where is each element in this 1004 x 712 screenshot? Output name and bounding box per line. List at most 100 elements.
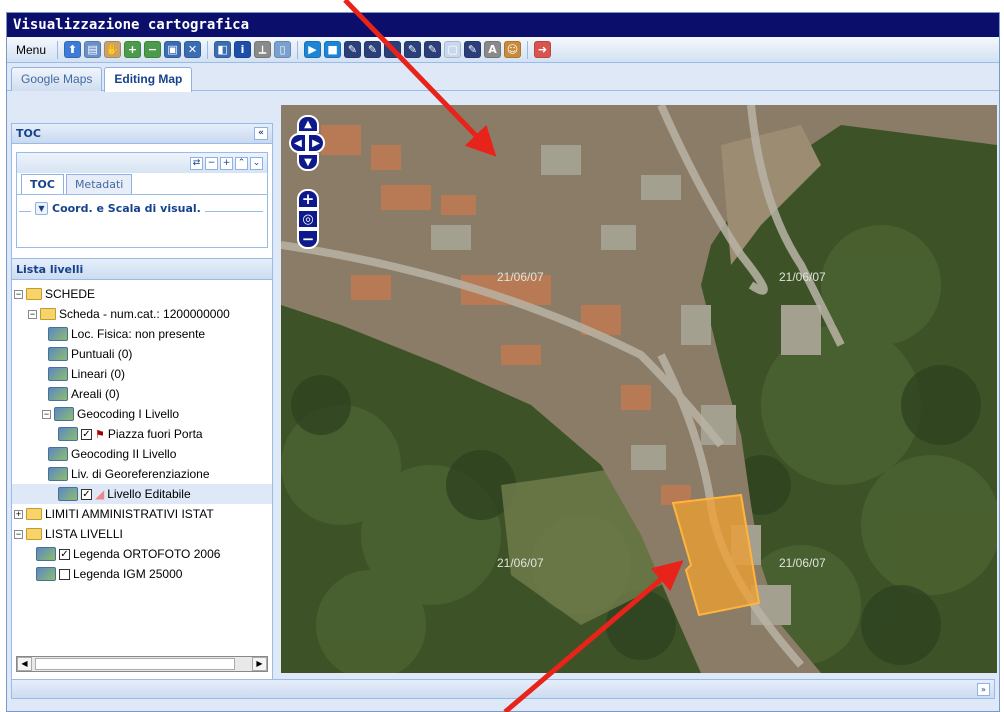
collapse-icon[interactable]: − [14,529,23,539]
copy-icon[interactable]: ▢ [444,41,462,58]
scroll-right-icon[interactable]: ▶ [252,657,267,671]
collapse-icon[interactable]: − [42,409,51,419]
toc-panel: TOC « ⇄ − + ⌃ ⌄ TOC Metadati ▼ Coord. e … [11,123,273,681]
tree-node[interactable]: − SCHEDE [14,284,95,304]
person-icon[interactable]: ☺ [504,41,522,58]
layer-icon [58,427,78,441]
zoom-in-icon[interactable]: + [297,189,319,209]
layer-checkbox[interactable] [59,568,70,580]
tab-toc[interactable]: TOC [21,174,64,194]
edit-move-icon[interactable]: ✎ [404,41,422,58]
scroll-left-icon[interactable]: ◀ [17,657,32,671]
zoom-box-icon[interactable]: ▣ [164,41,182,58]
tree-node[interactable]: ✓ ◢ Livello Editabile [12,484,272,504]
edit-point-icon[interactable]: ✎ [344,41,362,58]
toc-header: TOC « [12,124,272,144]
collapse-panel-button[interactable]: « [254,127,268,140]
window-title: Visualizzazione cartografica [7,13,999,37]
tree-node[interactable]: − Geocoding I Livello [42,404,179,424]
collapse-icon[interactable]: − [28,309,37,319]
coord-legend-label: Coord. e Scala di visual. [52,202,201,215]
expand-all-icon[interactable]: + [220,156,233,170]
exit-icon[interactable]: ➜ [534,41,552,58]
delete-feature-icon[interactable]: ✎ [424,41,442,58]
chevron-down-icon[interactable]: ▼ [35,202,48,215]
layer-icon [48,347,68,361]
toolbar-separator [297,40,299,59]
move-up-icon[interactable]: ⌃ [235,156,248,170]
tree-node[interactable]: ✓ ⚑ Piazza fuori Porta [58,424,203,444]
tree-node-label: SCHEDE [45,287,96,301]
stop-icon[interactable]: ■ [324,41,342,58]
toc-title: TOC [16,127,41,140]
zoom-out-icon[interactable]: − [144,41,162,58]
paste-icon[interactable]: ✎ [464,41,482,58]
pan-down-icon[interactable]: ▼ [297,153,319,171]
coord-legend[interactable]: ▼ Coord. e Scala di visual. [31,202,205,215]
tree-node[interactable]: − LISTA LIVELLI [14,524,123,544]
pan-hand-icon[interactable]: ✋ [104,41,122,58]
toc-inner-tabs: TOC Metadati [17,173,267,195]
date-label: 21/06/07 [497,556,544,570]
folder-icon [40,308,56,320]
globe-icon[interactable]: ◎ [297,209,319,229]
measure-icon[interactable]: ⟂ [254,41,272,58]
date-label: 21/06/07 [779,270,826,284]
layer-icon [48,387,68,401]
tree-node[interactable]: ✓ Legenda ORTOFOTO 2006 [36,544,220,564]
collapse-icon[interactable]: − [14,289,23,299]
tab-google-maps[interactable]: Google Maps [11,67,103,91]
tree-node[interactable]: − Scheda - num.cat.: 1200000000 [28,304,230,324]
zoom-in-icon[interactable]: + [124,41,142,58]
tree-node[interactable]: Geocoding II Livello [48,444,176,464]
pan-left-icon[interactable]: ◀ [289,133,307,153]
edit-polygon-icon[interactable]: ✎ [384,41,402,58]
map-view[interactable]: 21/06/07 21/06/07 21/06/07 21/06/07 ▲ ◀ … [281,105,997,673]
scroll-thumb[interactable] [35,658,235,670]
layer-icon [36,567,56,581]
expand-icon[interactable]: » [977,683,990,696]
save-icon[interactable]: ▤ [84,41,102,58]
layers-icon[interactable]: ◧ [214,41,232,58]
tab-metadati[interactable]: Metadati [65,174,133,194]
folder-icon [26,528,42,540]
expand-icon[interactable]: + [14,509,23,519]
select-icon[interactable]: ▯ [274,41,292,58]
play-icon[interactable]: ▶ [304,41,322,58]
tree-node-label: Loc. Fisica: non presente [71,327,206,341]
layer-checkbox[interactable]: ✓ [59,548,70,560]
move-down-icon[interactable]: ⌄ [250,156,263,170]
edit-line-icon[interactable]: ✎ [364,41,382,58]
pan-up-icon[interactable]: ▲ [297,115,319,133]
horizontal-scrollbar[interactable]: ◀ ▶ [16,656,268,672]
tree-node-label: Legenda IGM 25000 [73,567,183,581]
full-extent-icon[interactable]: ✕ [184,41,202,58]
layer-icon [36,547,56,561]
aerial-photo [281,105,997,673]
toc-tools: ⇄ − + ⌃ ⌄ [17,153,267,173]
zoom-out-icon[interactable]: − [297,229,319,249]
tree-node[interactable]: Areali (0) [48,384,120,404]
info-icon[interactable]: i [234,41,252,58]
tree-node-label: Livello Editabile [107,487,191,501]
tree-node[interactable]: + LIMITI AMMINISTRATIVI ISTAT [14,504,214,524]
compass-icon[interactable]: A [484,41,502,58]
layer-icon [54,407,74,421]
layer-checkbox[interactable]: ✓ [81,428,92,440]
tab-editing-map[interactable]: Editing Map [104,67,193,92]
tree-node[interactable]: Legenda IGM 25000 [36,564,182,584]
refresh-icon[interactable]: ⇄ [190,156,203,170]
collapse-all-icon[interactable]: − [205,156,218,170]
pan-right-icon[interactable]: ▶ [307,133,325,153]
layer-icon [48,467,68,481]
tree-node[interactable]: Loc. Fisica: non presente [48,324,205,344]
tree-node[interactable]: Lineari (0) [48,364,125,384]
tree-node[interactable]: Puntuali (0) [48,344,132,364]
layer-icon [48,447,68,461]
tree-node-label: Lineari (0) [71,367,126,381]
menu-button[interactable]: Menu [11,43,51,57]
tree-node[interactable]: Liv. di Georeferenziazione [48,464,210,484]
upload-icon[interactable]: ⬆ [64,41,82,58]
coord-fieldset: ▼ Coord. e Scala di visual. [17,199,267,223]
layer-checkbox[interactable]: ✓ [81,488,92,500]
